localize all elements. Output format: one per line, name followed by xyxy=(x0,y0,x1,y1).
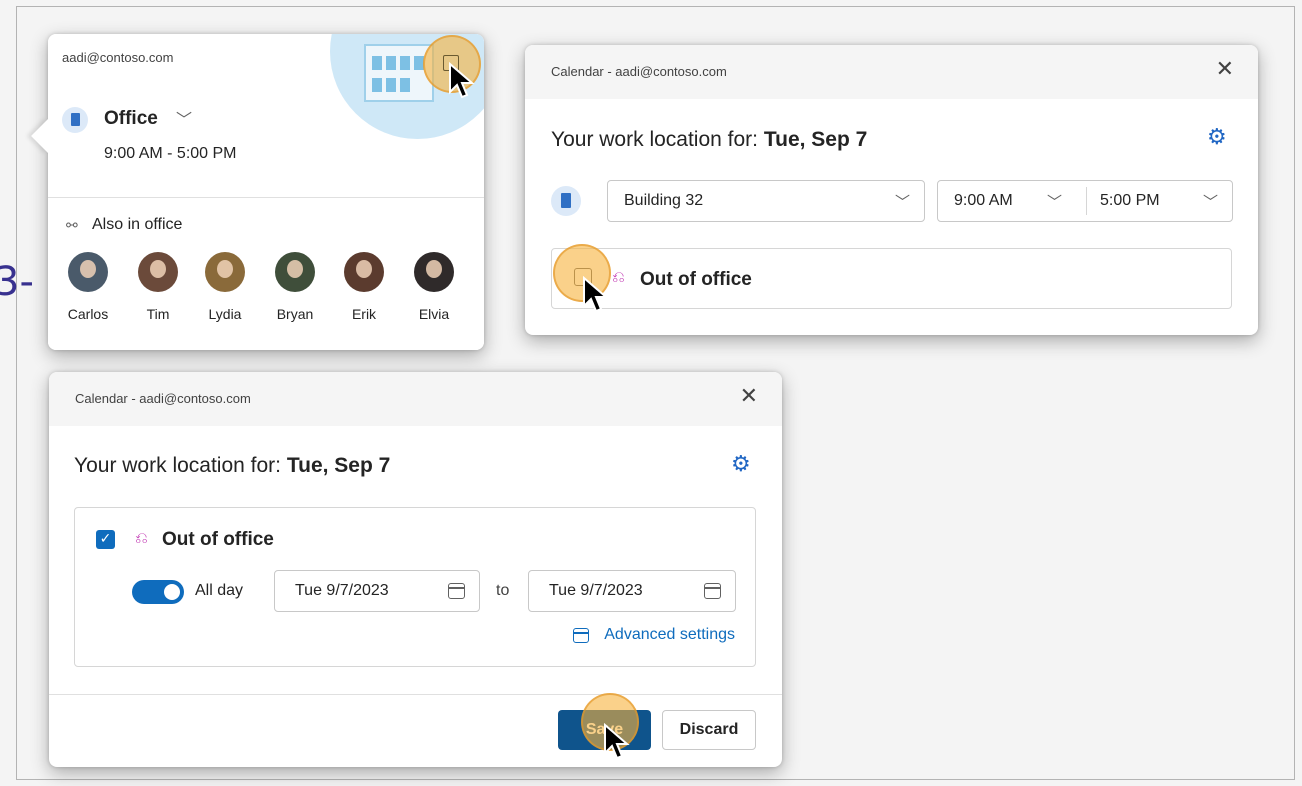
end-date-value: Tue 9/7/2023 xyxy=(549,582,643,599)
out-of-office-checkbox[interactable]: ✓ xyxy=(96,530,115,549)
building-icon xyxy=(551,186,581,216)
avatar xyxy=(138,252,178,292)
gear-icon[interactable]: ⚙ xyxy=(731,452,751,477)
frame-right xyxy=(1294,6,1295,780)
colleague-name: Bryan xyxy=(276,306,314,322)
colleague-carlos[interactable]: Carlos xyxy=(58,252,118,322)
colleague-name: Carlos xyxy=(67,306,109,322)
building-select[interactable]: Building 32 ﹀ xyxy=(607,180,925,222)
selected-date: Tue, Sep 7 xyxy=(286,454,391,477)
work-location-heading: Your work location for: Tue, Sep 7 xyxy=(551,128,867,152)
mouse-pointer-icon xyxy=(583,276,609,313)
divider xyxy=(1086,187,1087,215)
close-icon[interactable]: ✕ xyxy=(1216,57,1234,82)
frame-left xyxy=(16,6,17,780)
calendar-icon[interactable] xyxy=(448,583,465,599)
work-location-dialog: Calendar - aadi@contoso.com ✕ Your work … xyxy=(525,45,1258,335)
avatar xyxy=(414,252,454,292)
work-location-prefix: Your work location for: xyxy=(74,454,281,477)
mouse-pointer-icon xyxy=(604,723,630,760)
time-range-select[interactable]: 9:00 AM ﹀ 5:00 PM ﹀ xyxy=(937,180,1233,222)
divider xyxy=(49,694,782,695)
location-name[interactable]: Office xyxy=(104,108,158,130)
start-date-field[interactable]: Tue 9/7/2023 xyxy=(274,570,480,612)
advanced-settings-link[interactable]: Advanced settings xyxy=(604,626,735,644)
end-time[interactable]: 5:00 PM xyxy=(1100,192,1160,210)
all-day-label: All day xyxy=(195,582,244,599)
colleague-name: Lydia xyxy=(208,306,242,322)
frame-top xyxy=(16,6,1294,7)
connector-glyph: 3- xyxy=(0,259,34,305)
out-of-office-icon: ⎌ xyxy=(612,267,625,286)
all-day-toggle[interactable] xyxy=(132,580,184,604)
account-email: aadi@contoso.com xyxy=(62,50,174,65)
work-location-heading: Your work location for: Tue, Sep 7 xyxy=(74,454,390,478)
dialog-title: Calendar - aadi@contoso.com xyxy=(551,64,727,79)
out-of-office-panel: ✓ ⎌ Out of office All day Tue 9/7/2023 t… xyxy=(74,507,756,667)
chevron-down-icon: ﹀ xyxy=(1046,193,1062,211)
avatar xyxy=(68,252,108,292)
mouse-pointer-icon xyxy=(449,62,475,99)
gear-icon[interactable]: ⚙ xyxy=(1207,125,1227,150)
discard-button[interactable]: Discard xyxy=(662,710,756,750)
people-icon: ⚯ xyxy=(66,217,78,233)
chevron-down-icon: ﹀ xyxy=(1202,193,1218,211)
colleague-erik[interactable]: Erik xyxy=(334,252,394,322)
colleague-tim[interactable]: Tim xyxy=(128,252,188,322)
start-date-value: Tue 9/7/2023 xyxy=(295,582,389,599)
building-icon xyxy=(62,107,88,133)
colleague-name: Erik xyxy=(351,306,377,322)
avatar xyxy=(205,252,245,292)
dialog-header: Calendar - aadi@contoso.com ✕ xyxy=(525,45,1258,99)
building-value: Building 32 xyxy=(624,192,704,209)
colleague-elvia[interactable]: Elvia xyxy=(404,252,464,322)
colleague-name: Tim xyxy=(146,306,170,322)
colleague-name: Elvia xyxy=(418,306,450,322)
start-time[interactable]: 9:00 AM xyxy=(954,192,1013,210)
frame-bottom xyxy=(16,779,1294,780)
out-of-office-label: Out of office xyxy=(162,529,274,550)
work-location-flyout: aadi@contoso.com Office ﹀ 9:00 AM - 5:00… xyxy=(31,34,484,350)
calendar-icon[interactable] xyxy=(704,583,721,599)
office-hours: 9:00 AM - 5:00 PM xyxy=(104,145,237,162)
out-of-office-label: Out of office xyxy=(640,269,752,290)
end-date-field[interactable]: Tue 9/7/2023 xyxy=(528,570,736,612)
colleague-lydia[interactable]: Lydia xyxy=(195,252,255,322)
chevron-down-icon: ﹀ xyxy=(894,193,910,211)
dialog-title: Calendar - aadi@contoso.com xyxy=(75,391,251,406)
to-label: to xyxy=(496,582,510,599)
screenshot-canvas: 3- aadi@contoso.com Office ﹀ 9:00 AM - 5… xyxy=(0,0,1302,786)
divider xyxy=(48,197,484,198)
out-of-office-row: ⎌ Out of office xyxy=(551,248,1232,309)
dialog-header: Calendar - aadi@contoso.com ✕ xyxy=(49,372,782,426)
out-of-office-dialog: Calendar - aadi@contoso.com ✕ Your work … xyxy=(49,372,782,767)
also-in-office-label: Also in office xyxy=(92,216,183,233)
calendar-settings-icon[interactable] xyxy=(573,628,589,643)
work-location-prefix: Your work location for: xyxy=(551,128,758,151)
avatar xyxy=(275,252,315,292)
chevron-down-icon[interactable]: ﹀ xyxy=(176,106,192,130)
selected-date: Tue, Sep 7 xyxy=(763,128,868,151)
avatar xyxy=(344,252,384,292)
close-icon[interactable]: ✕ xyxy=(740,384,758,409)
out-of-office-icon: ⎌ xyxy=(135,528,148,547)
colleague-bryan[interactable]: Bryan xyxy=(265,252,325,322)
